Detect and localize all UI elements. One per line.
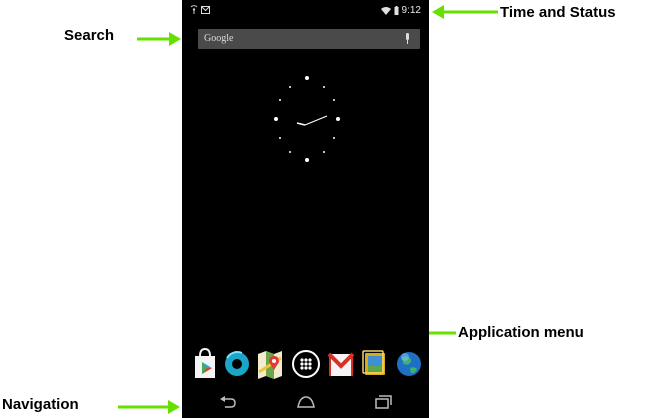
time-status-label: Time and Status bbox=[500, 4, 616, 21]
phone-screen: 9:12 Google bbox=[182, 0, 429, 418]
navigation-arrow bbox=[118, 400, 180, 414]
navigation-label: Navigation bbox=[2, 396, 79, 413]
status-bar: 9:12 bbox=[182, 0, 429, 20]
app-drawer-icon[interactable] bbox=[291, 346, 321, 380]
microphone-icon[interactable] bbox=[405, 33, 410, 44]
time-status-arrow bbox=[432, 5, 498, 19]
clock-minute-hand bbox=[304, 115, 328, 126]
status-time: 9:12 bbox=[401, 5, 421, 16]
navigation-bar bbox=[182, 390, 429, 418]
battery-icon bbox=[394, 6, 399, 15]
analog-clock[interactable] bbox=[267, 74, 347, 164]
search-arrow bbox=[137, 32, 181, 46]
gmail-notification-icon bbox=[201, 5, 210, 14]
app-dock bbox=[182, 346, 429, 382]
home-icon[interactable] bbox=[296, 395, 316, 409]
recent-apps-icon[interactable] bbox=[374, 395, 392, 409]
back-icon[interactable] bbox=[219, 395, 237, 409]
clock-hour-hand bbox=[296, 122, 306, 126]
search-label: Search bbox=[64, 27, 115, 44]
gallery-icon[interactable] bbox=[360, 346, 390, 380]
gmail-icon[interactable] bbox=[326, 346, 356, 380]
application-menu-label: Application menu bbox=[458, 324, 584, 341]
search-placeholder: Google bbox=[204, 33, 234, 44]
signal-icon bbox=[190, 5, 198, 14]
browser-globe-icon[interactable] bbox=[394, 346, 424, 380]
maps-icon[interactable] bbox=[255, 346, 285, 380]
ring-app-icon[interactable] bbox=[222, 346, 252, 380]
play-store-icon[interactable] bbox=[190, 346, 220, 380]
google-search-bar[interactable]: Google bbox=[198, 29, 420, 49]
wifi-icon bbox=[380, 6, 391, 15]
